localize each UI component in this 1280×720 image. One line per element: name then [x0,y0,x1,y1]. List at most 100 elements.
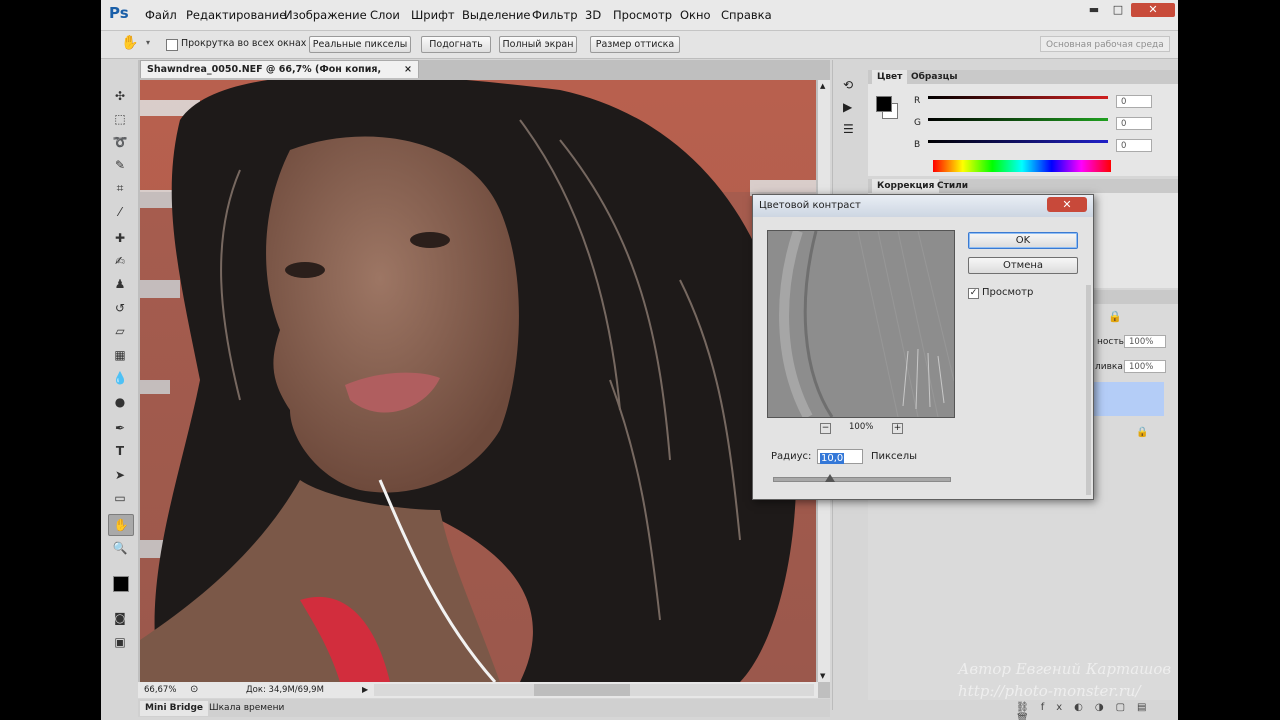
channel-b-slider[interactable] [928,140,1108,143]
adjustments-panel-header: Коррекция Стили [868,179,1178,193]
move-tool-icon[interactable]: ✣ [108,86,132,106]
type-tool-icon[interactable]: T [108,441,132,461]
foreground-color-swatch[interactable] [113,576,129,592]
opacity-input[interactable]: 100% [1124,335,1166,348]
menu-filter[interactable]: Фильтр [532,8,578,22]
ok-button[interactable]: OK [968,232,1078,249]
color-spectrum-ramp[interactable] [933,160,1111,172]
channel-r-input[interactable]: 0 [1116,95,1152,108]
bottom-panel-tabs: Mini Bridge Шкала времени [138,699,830,717]
zoom-tool-icon[interactable]: 🔍 [108,538,132,558]
menu-file[interactable]: Файл [145,8,177,22]
quick-mask-icon[interactable]: ◙ [108,608,132,628]
print-size-button[interactable]: Размер оттиска [590,36,680,53]
menu-view[interactable]: Просмотр [613,8,672,22]
full-screen-button[interactable]: Полный экран [499,36,577,53]
horizontal-scroll-thumb[interactable] [534,684,630,696]
radius-units: Пикселы [871,451,917,462]
color-panel-header: Цвет Образцы [868,70,1178,84]
zoom-level[interactable]: 66,67% [144,682,176,698]
dialog-close-button[interactable]: ✕ [1047,197,1087,212]
layers-footer-icons[interactable]: ⛓fx◐◑▢▤🗑 [1016,702,1178,720]
eyedropper-tool-icon[interactable]: ⁄ [108,202,132,222]
scroll-all-windows-checkbox[interactable] [166,39,178,51]
minimize-button[interactable]: ▬ [1083,3,1105,17]
close-document-icon[interactable]: × [404,61,412,79]
menu-3d[interactable]: 3D [585,8,601,22]
tool-preset-dropdown-icon[interactable]: ▾ [146,38,150,47]
gradient-tool-icon[interactable]: ▦ [108,345,132,365]
fit-screen-button[interactable]: Подогнать [421,36,491,53]
options-bar: ✋ ▾ Прокрутка во всех окнах Реальные пик… [101,31,1178,59]
lock-pixels-icon[interactable]: 🔒 [1108,310,1122,323]
menu-type[interactable]: Шрифт [411,8,455,22]
opacity-label: ность: [1097,337,1127,347]
properties-panel-icon[interactable]: ☰ [843,122,854,136]
dialog-scrollbar[interactable] [1086,285,1091,495]
brush-tool-icon[interactable]: ✍ [108,251,132,271]
preview-checkbox[interactable]: ✓ [968,288,979,299]
radius-slider-track[interactable] [773,474,951,482]
tab-styles[interactable]: Стили [932,179,973,193]
scroll-down-icon[interactable]: ▼ [820,672,825,680]
tab-swatches[interactable]: Образцы [906,70,963,84]
menu-layers[interactable]: Слои [370,8,400,22]
close-window-button[interactable]: ✕ [1131,3,1175,17]
tab-color[interactable]: Цвет [872,70,908,84]
history-brush-tool-icon[interactable]: ↺ [108,298,132,318]
hand-tool-icon[interactable]: ✋ [121,35,138,51]
tab-adjustments[interactable]: Коррекция [872,179,940,193]
actions-panel-icon[interactable]: ▶ [843,100,852,114]
zoom-in-button[interactable]: + [892,423,903,434]
path-select-tool-icon[interactable]: ➤ [108,465,132,485]
menu-help[interactable]: Справка [721,8,772,22]
fill-input[interactable]: 100% [1124,360,1166,373]
radius-slider-thumb[interactable] [825,474,836,482]
channel-g-input[interactable]: 0 [1116,117,1152,130]
channel-b-input[interactable]: 0 [1116,139,1152,152]
workspace-switcher[interactable]: Основная рабочая среда [1040,36,1170,52]
blur-tool-icon[interactable]: 💧 [108,368,132,388]
channel-r-slider[interactable] [928,96,1108,99]
menu-edit[interactable]: Редактирование [186,8,286,22]
status-options-icon[interactable]: ⊙ [190,682,198,698]
fg-color-swatch[interactable] [876,96,892,112]
hand-tool-active-icon[interactable]: ✋ [108,514,134,536]
scroll-up-icon[interactable]: ▲ [820,82,825,90]
channel-g-slider[interactable] [928,118,1108,121]
image-canvas[interactable] [140,80,816,682]
eraser-tool-icon[interactable]: ▱ [108,321,132,341]
menu-image[interactable]: Изображение [284,8,367,22]
tab-timeline[interactable]: Шкала времени [204,701,289,716]
color-panel: R 0 G 0 B 0 [868,84,1178,176]
menu-window[interactable]: Окно [680,8,711,22]
status-bar: 66,67% ⊙ Док: 34,9M/69,9M ▶ [138,682,818,698]
history-panel-icon[interactable]: ⟲ [843,78,853,92]
filter-preview[interactable] [767,230,955,418]
quick-select-tool-icon[interactable]: ✎ [108,155,132,175]
healing-brush-tool-icon[interactable]: ✚ [108,228,132,248]
dodge-tool-icon[interactable]: ● [108,392,132,412]
high-pass-dialog: Цветовой контраст ✕ − 100% + OK Отмена ✓… [752,194,1094,500]
pen-tool-icon[interactable]: ✒ [108,418,132,438]
layer-lock-icon: 🔒 [1136,427,1149,438]
marquee-tool-icon[interactable]: ⬚ [108,109,132,129]
document-tab[interactable]: Shawndrea_0050.NEF @ 66,7% (Фон копия, R… [140,60,419,93]
stamp-tool-icon[interactable]: ♟ [108,274,132,294]
crop-tool-icon[interactable]: ⌗ [108,178,132,198]
screen-mode-icon[interactable]: ▣ [108,632,132,652]
radius-input[interactable]: 10,0 [817,449,863,464]
menu-select[interactable]: Выделение [462,8,531,22]
maximize-button[interactable]: □ [1107,3,1129,17]
watermark-author: Автор Евгений Карташов [958,660,1172,678]
tab-mini-bridge[interactable]: Mini Bridge [140,701,209,716]
actual-pixels-button[interactable]: Реальные пикселы [309,36,411,53]
horizontal-scrollbar[interactable] [374,684,814,696]
zoom-out-button[interactable]: − [820,423,831,434]
document-window: Shawndrea_0050.NEF @ 66,7% (Фон копия, R… [138,60,830,698]
cancel-button[interactable]: Отмена [968,257,1078,274]
portrait-photo [140,80,816,682]
shape-tool-icon[interactable]: ▭ [108,488,132,508]
status-menu-icon[interactable]: ▶ [362,682,368,698]
lasso-tool-icon[interactable]: ➰ [108,132,132,152]
